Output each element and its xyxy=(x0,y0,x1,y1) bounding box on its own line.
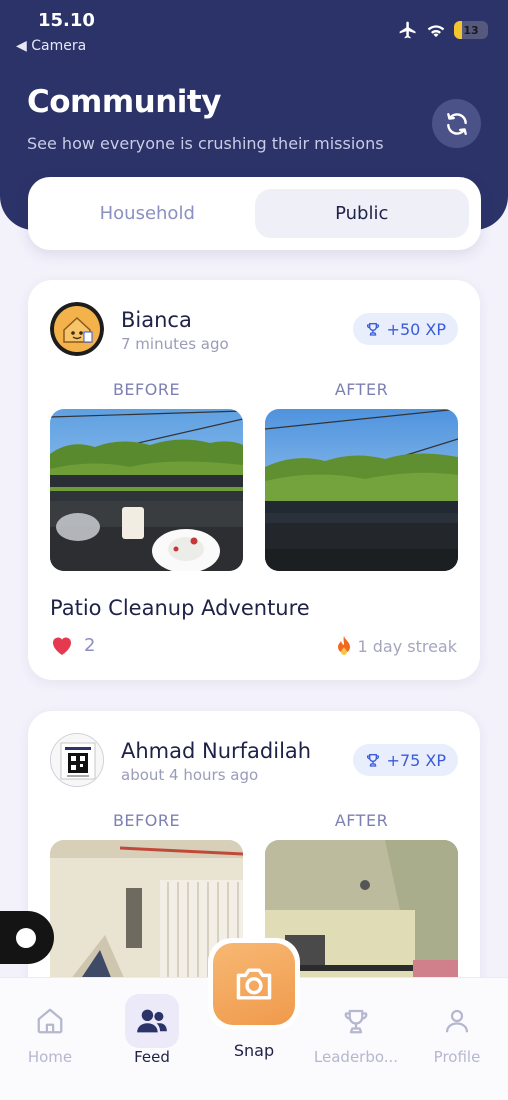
before-photo[interactable] xyxy=(50,409,243,571)
users-icon xyxy=(137,1009,167,1033)
snap-button[interactable] xyxy=(208,938,300,1030)
back-to-camera-link[interactable]: ◀ Camera xyxy=(16,38,86,54)
floating-toggle-button[interactable] xyxy=(0,911,54,964)
after-photo[interactable] xyxy=(265,409,458,571)
nav-leaderboard[interactable]: Leaderbo... xyxy=(306,994,406,1066)
feed-post[interactable]: Bianca 7 minutes ago +50 XP BEFORE AFTER xyxy=(28,280,480,680)
wifi-icon xyxy=(427,25,445,38)
page-subtitle: See how everyone is crushing their missi… xyxy=(27,134,384,153)
toggle-dot-icon xyxy=(16,927,36,948)
fire-icon xyxy=(338,636,351,655)
before-label: BEFORE xyxy=(112,811,181,830)
avatar[interactable] xyxy=(50,733,104,787)
page-title: Community xyxy=(27,84,221,120)
tab-household[interactable]: Household xyxy=(40,189,255,238)
trophy-icon xyxy=(344,1009,368,1034)
refresh-button[interactable] xyxy=(432,99,481,148)
trophy-icon xyxy=(366,323,379,336)
post-username[interactable]: Bianca xyxy=(121,308,192,332)
feed-scope-tabs: Household Public xyxy=(28,177,481,250)
avatar[interactable] xyxy=(50,302,104,356)
nav-home[interactable]: Home xyxy=(0,994,100,1066)
profile-icon xyxy=(445,1009,469,1033)
nav-profile[interactable]: Profile xyxy=(407,994,507,1066)
snap-label: Snap xyxy=(233,1041,275,1060)
status-icons: 13 xyxy=(398,20,488,40)
like-button[interactable]: 2 xyxy=(50,634,95,656)
xp-badge: +50 XP xyxy=(352,313,458,345)
streak-badge: 1 day streak xyxy=(335,636,457,656)
mission-title: Patio Cleanup Adventure xyxy=(50,596,310,620)
like-count: 2 xyxy=(84,634,96,656)
home-icon xyxy=(37,1008,63,1034)
camera-icon xyxy=(236,968,272,1000)
nav-feed[interactable]: Feed xyxy=(102,994,202,1066)
before-label: BEFORE xyxy=(112,380,181,399)
refresh-icon xyxy=(446,112,467,135)
post-timestamp: 7 minutes ago xyxy=(121,335,229,353)
airplane-icon xyxy=(399,21,416,39)
after-label: AFTER xyxy=(334,811,389,830)
post-username[interactable]: Ahmad Nurfadilah xyxy=(121,739,311,763)
status-time: 15.10 xyxy=(38,10,95,31)
tab-public[interactable]: Public xyxy=(254,189,469,238)
xp-badge: +75 XP xyxy=(352,744,458,776)
post-timestamp: about 4 hours ago xyxy=(121,766,259,784)
trophy-icon xyxy=(366,754,379,767)
heart-icon xyxy=(52,637,72,655)
after-label: AFTER xyxy=(334,380,389,399)
battery-icon: 13 xyxy=(454,21,488,39)
